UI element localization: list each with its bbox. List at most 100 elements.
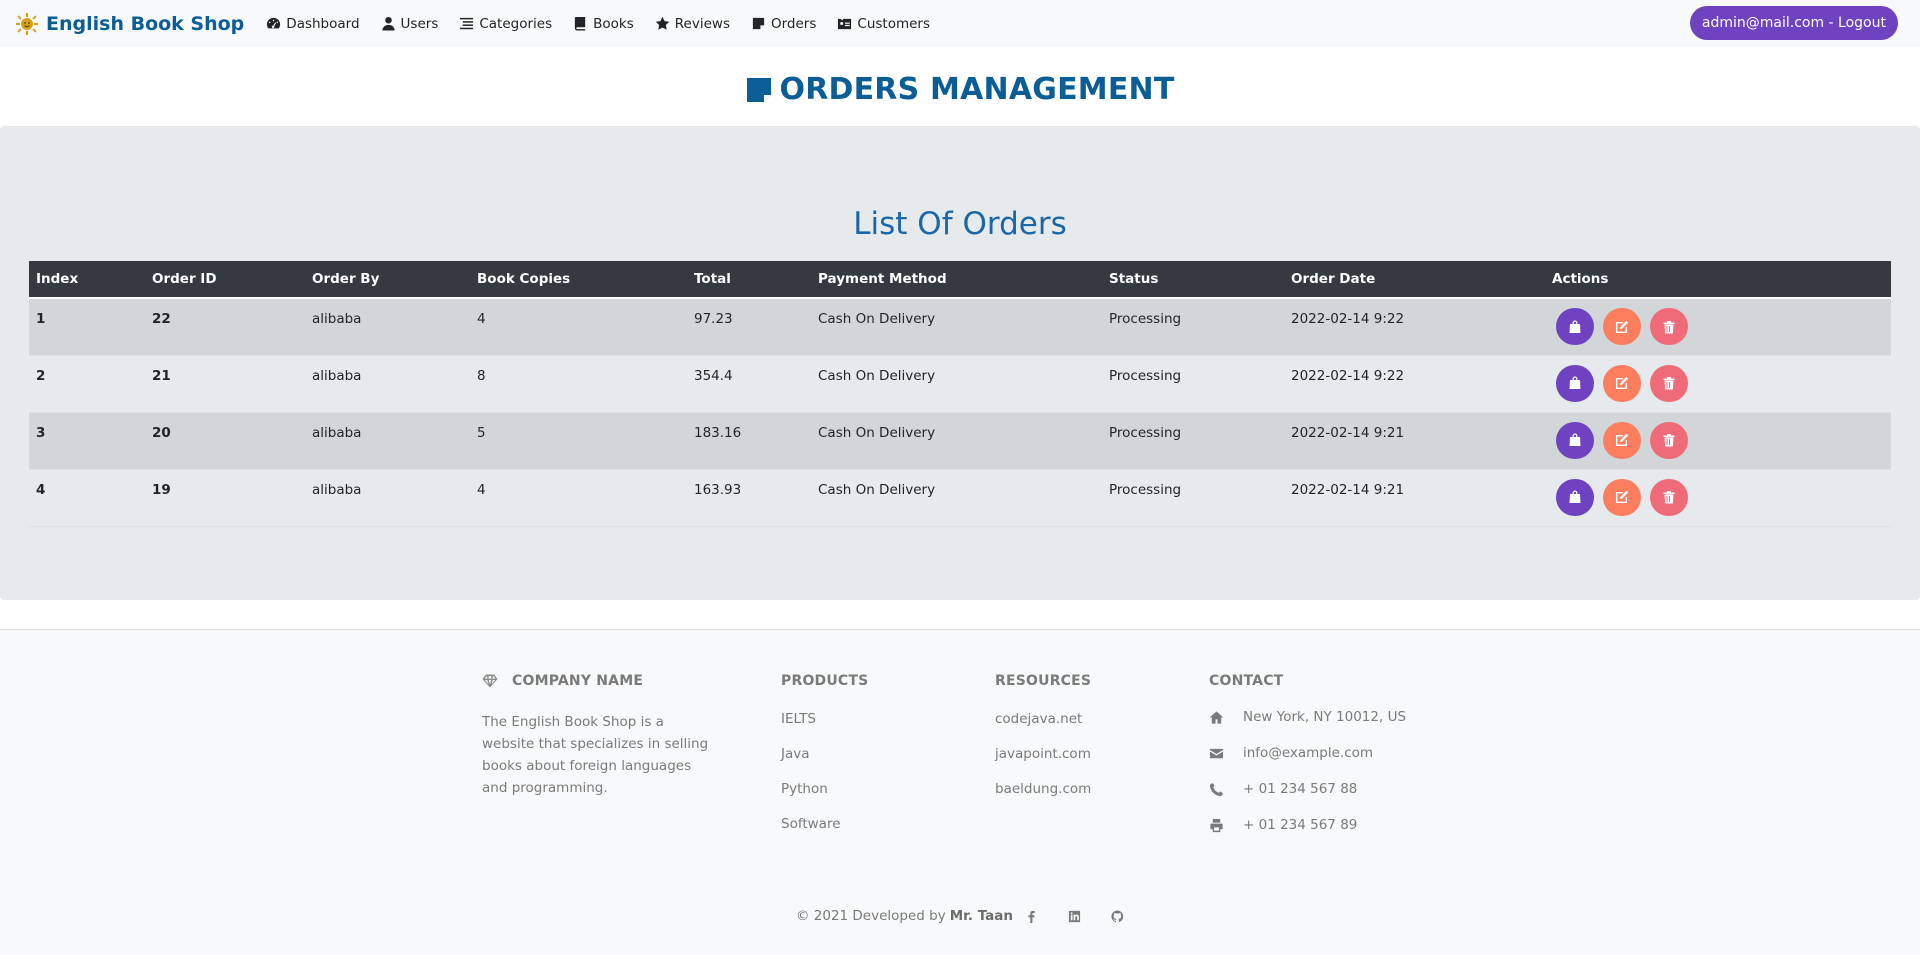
gem-icon <box>482 674 498 688</box>
row-actions <box>1556 308 1884 345</box>
shopping-bag-icon <box>1569 490 1581 503</box>
cell-order-by: alibaba <box>305 469 470 527</box>
cell-actions <box>1545 412 1891 470</box>
list-title: List Of Orders <box>853 206 1067 242</box>
edit-order-button[interactable] <box>1603 364 1641 402</box>
cell-order-date: 2022-02-14 9:22 <box>1284 355 1545 413</box>
nav-users[interactable]: Users <box>381 15 439 32</box>
header-total: Total <box>687 261 811 299</box>
cell-order-date: 2022-02-14 9:21 <box>1284 412 1545 470</box>
phone-icon <box>1209 782 1224 796</box>
footer-link-java[interactable]: Java <box>781 746 868 762</box>
cell-order-date: 2022-02-14 9:22 <box>1284 298 1545 356</box>
shopping-bag-icon <box>1569 320 1581 333</box>
footer-link-python[interactable]: Python <box>781 781 868 797</box>
view-order-button[interactable] <box>1556 478 1594 516</box>
nav-users-label: Users <box>400 15 439 32</box>
logout-button[interactable]: admin@mail.com - Logout <box>1689 6 1898 40</box>
edit-order-button[interactable] <box>1603 478 1641 516</box>
brand-link[interactable]: English Book Shop <box>16 12 245 35</box>
cell-status: Processing <box>1102 469 1284 527</box>
cell-order-id: 21 <box>145 355 305 413</box>
contact-address: New York, NY 10012, US <box>1209 709 1406 725</box>
cell-index: 1 <box>29 298 145 356</box>
delete-order-button[interactable] <box>1650 478 1688 516</box>
edit-icon <box>1616 376 1629 389</box>
footer-company-title: COMPANY NAME <box>512 673 644 689</box>
note-icon <box>746 77 771 102</box>
nav-categories[interactable]: Categories <box>459 16 552 32</box>
top-navbar: English Book Shop Dashboard Users Catego… <box>0 0 1920 47</box>
footer-link-codejava[interactable]: codejava.net <box>995 711 1091 727</box>
nav-orders-label: Orders <box>770 15 817 32</box>
cell-order-id: 19 <box>145 469 305 527</box>
nav-orders[interactable]: Orders <box>751 16 816 32</box>
cell-total: 354.4 <box>687 355 811 413</box>
contact-address-text: New York, NY 10012, US <box>1243 709 1407 725</box>
cell-payment-method: Cash On Delivery <box>811 469 1102 527</box>
orders-panel: List Of Orders Index Order ID Order By B… <box>0 126 1920 600</box>
footer-products: PRODUCTS IELTS Java Python Software <box>781 673 868 832</box>
contact-fax-text: + 01 234 567 89 <box>1243 817 1358 833</box>
book-icon <box>575 16 586 31</box>
view-order-button[interactable] <box>1556 364 1594 402</box>
facebook-link[interactable] <box>1025 910 1038 923</box>
sun-logo-icon <box>16 12 38 35</box>
github-link[interactable] <box>1111 909 1124 923</box>
trash-icon <box>1663 320 1675 333</box>
view-order-button[interactable] <box>1556 421 1594 459</box>
footer-link-baeldung[interactable]: baeldung.com <box>995 781 1091 797</box>
cell-payment-method: Cash On Delivery <box>811 298 1102 356</box>
note-icon <box>752 17 765 30</box>
cell-book-copies: 4 <box>470 469 687 527</box>
trash-icon <box>1663 491 1675 504</box>
table-row: 4 19 alibaba 4 163.93 Cash On Delivery P… <box>29 469 1891 527</box>
footer-link-software[interactable]: Software <box>781 816 868 832</box>
cell-order-by: alibaba <box>305 298 470 356</box>
edit-order-button[interactable] <box>1603 421 1641 459</box>
view-order-button[interactable] <box>1556 308 1594 345</box>
edit-order-button[interactable] <box>1603 308 1641 345</box>
row-actions <box>1556 421 1884 459</box>
nav-categories-label: Categories <box>479 15 553 32</box>
cell-status: Processing <box>1102 412 1284 470</box>
delete-order-button[interactable] <box>1650 421 1688 459</box>
delete-order-button[interactable] <box>1650 308 1688 345</box>
delete-order-button[interactable] <box>1650 364 1688 402</box>
list-icon <box>460 17 474 30</box>
cell-total: 163.93 <box>687 469 811 527</box>
nav-customers-label: Customers <box>857 15 930 32</box>
nav-customers[interactable]: Customers <box>837 16 930 32</box>
cell-actions <box>1545 469 1891 527</box>
cell-order-date: 2022-02-14 9:21 <box>1284 469 1545 527</box>
footer-resources-heading: RESOURCES <box>995 673 1092 689</box>
header-payment-method: Payment Method <box>811 261 1102 299</box>
header-order-id: Order ID <box>145 261 305 299</box>
footer-link-ielts[interactable]: IELTS <box>781 711 868 727</box>
cell-order-by: alibaba <box>305 412 470 470</box>
developer-name: Mr. Taan <box>949 908 1014 924</box>
footer-contact: CONTACT New York, NY 10012, US info@exam… <box>1209 673 1469 873</box>
linkedin-link[interactable] <box>1068 910 1081 923</box>
orders-table: Index Order ID Order By Book Copies Tota… <box>29 261 1891 527</box>
trash-icon <box>1663 434 1675 447</box>
printer-icon <box>1210 818 1223 832</box>
cell-order-id: 22 <box>145 298 305 356</box>
footer-contact-heading: CONTACT <box>1209 673 1284 689</box>
brand-name: English Book Shop <box>46 12 245 35</box>
cell-order-by: alibaba <box>305 355 470 413</box>
linkedin-icon <box>1068 910 1081 922</box>
cell-order-id: 20 <box>145 412 305 470</box>
header-book-copies: Book Copies <box>470 261 687 299</box>
cell-book-copies: 5 <box>470 412 687 470</box>
nav-books[interactable]: Books <box>573 16 634 32</box>
shopping-bag-icon <box>1569 433 1581 446</box>
nav-dashboard[interactable]: Dashboard <box>266 16 360 32</box>
edit-icon <box>1616 490 1629 503</box>
cell-payment-method: Cash On Delivery <box>811 355 1102 413</box>
footer-link-javapoint[interactable]: javapoint.com <box>995 746 1091 762</box>
footer-resources: RESOURCES codejava.net javapoint.com bae… <box>995 673 1091 797</box>
dashboard-icon <box>267 17 281 29</box>
cell-status: Processing <box>1102 298 1284 356</box>
nav-reviews[interactable]: Reviews <box>655 16 730 32</box>
